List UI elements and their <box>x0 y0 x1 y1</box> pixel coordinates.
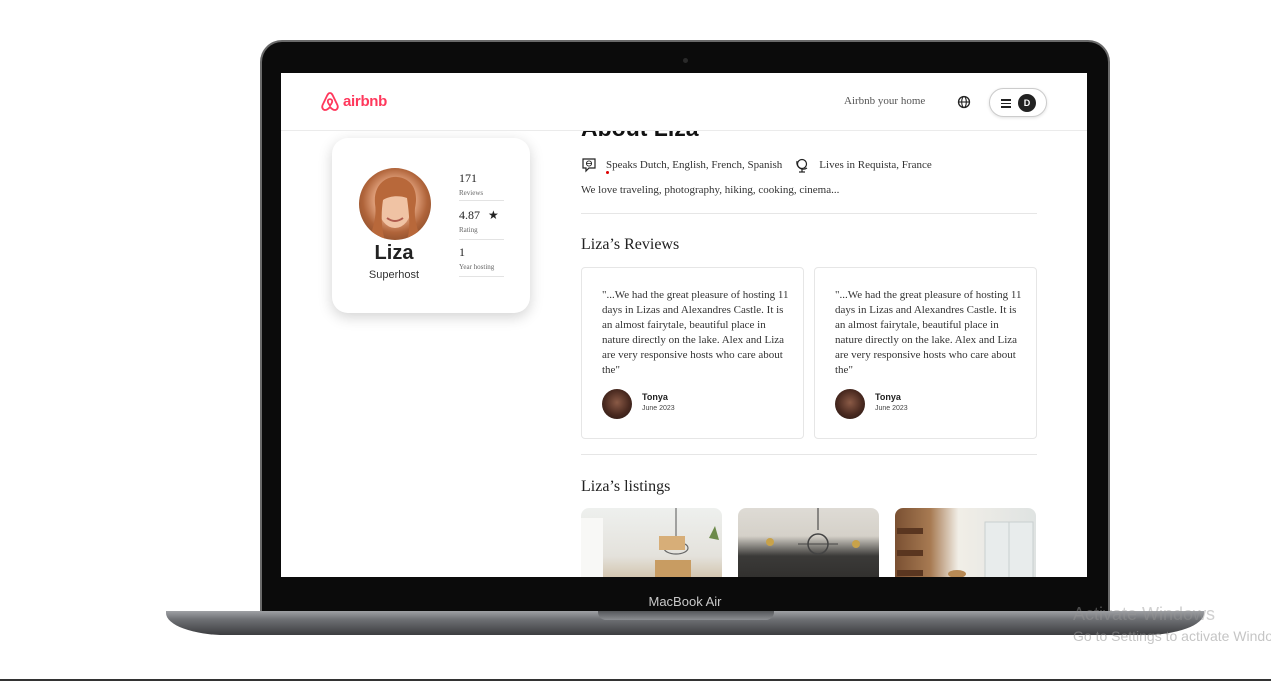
host-profile-card: Liza Superhost 171 Reviews 4.87 ★ Rating… <box>332 138 530 313</box>
top-navbar: airbnb Airbnb your home D <box>281 73 1087 131</box>
location-fact: Lives in Requista, France <box>794 157 932 173</box>
listings-title: Liza’s listings <box>581 478 671 495</box>
airbnb-your-home-link[interactable]: Airbnb your home <box>844 95 925 107</box>
listing-interior-image <box>581 508 719 577</box>
stat-rating: 4.87 ★ Rating <box>459 208 504 240</box>
languages-text: Speaks Dutch, English, French, Spanish <box>606 159 783 171</box>
reviewer-name: Tonya <box>642 392 668 402</box>
host-photo-illustration <box>369 176 421 240</box>
reviewer-avatar <box>602 389 632 419</box>
globe-icon[interactable] <box>957 95 971 109</box>
airbnb-logo[interactable]: airbnb <box>320 91 387 112</box>
camera-icon <box>683 58 688 63</box>
section-divider <box>581 454 1037 455</box>
stat-reviews-value: 171 <box>459 171 477 185</box>
user-avatar: D <box>1018 94 1036 112</box>
speech-bubble-icon <box>582 158 596 173</box>
stat-reviews: 171 Reviews <box>459 171 504 201</box>
user-menu-button[interactable]: D <box>989 88 1047 117</box>
review-card[interactable]: "...We had the great pleasure of hosting… <box>814 267 1037 439</box>
reviews-title: Liza’s Reviews <box>581 236 680 253</box>
stat-rating-value: 4.87 <box>459 208 480 222</box>
stat-years-label: Year hosting <box>459 263 495 271</box>
listing-library-image <box>897 521 1034 577</box>
reviewer-name: Tonya <box>875 392 901 402</box>
activation-watermark-subtitle: Go to Settings to activate Windows. <box>1073 628 1271 644</box>
section-divider <box>581 213 1037 214</box>
reviewer-avatar <box>835 389 865 419</box>
hamburger-icon <box>1001 99 1011 108</box>
star-icon: ★ <box>488 208 499 222</box>
laptop-notch <box>598 611 774 620</box>
stat-rating-row: 4.87 ★ <box>459 208 504 223</box>
host-bio: We love traveling, photography, hiking, … <box>581 184 840 196</box>
review-text: "...We had the great pleasure of hosting… <box>602 289 789 376</box>
host-facts: Speaks Dutch, English, French, Spanish L… <box>581 157 944 173</box>
location-text: Lives in Requista, France <box>819 159 932 171</box>
listing-photo-1[interactable] <box>581 508 722 577</box>
airbnb-logo-icon <box>321 92 339 111</box>
browser-screen: airbnb Airbnb your home D Liza Superhost… <box>281 73 1087 577</box>
listing-kitchen-image <box>766 508 860 555</box>
globe-stand-icon <box>796 158 808 173</box>
review-date: June 2023 <box>875 405 908 412</box>
device-label: MacBook Air <box>648 594 722 609</box>
host-photo <box>359 168 431 240</box>
review-date: June 2023 <box>642 405 675 412</box>
review-text: "...We had the great pleasure of hosting… <box>835 289 1022 376</box>
stat-reviews-label: Reviews <box>459 189 484 197</box>
host-name: Liza <box>374 242 414 264</box>
cursor-dot <box>606 171 609 174</box>
languages-fact: Speaks Dutch, English, French, Spanish <box>581 157 782 173</box>
stat-rating-label: Rating <box>459 226 478 234</box>
listing-photo-3[interactable] <box>895 508 1036 577</box>
stat-years-value: 1 <box>459 245 465 259</box>
bottom-border <box>0 679 1271 681</box>
host-role: Superhost <box>368 269 420 281</box>
listing-photo-2[interactable] <box>738 508 879 577</box>
logo-text: airbnb <box>343 93 388 110</box>
stat-years: 1 Year hosting <box>459 245 504 277</box>
activation-watermark-title: Activate Windows <box>1073 604 1216 624</box>
review-card[interactable]: "...We had the great pleasure of hosting… <box>581 267 804 439</box>
